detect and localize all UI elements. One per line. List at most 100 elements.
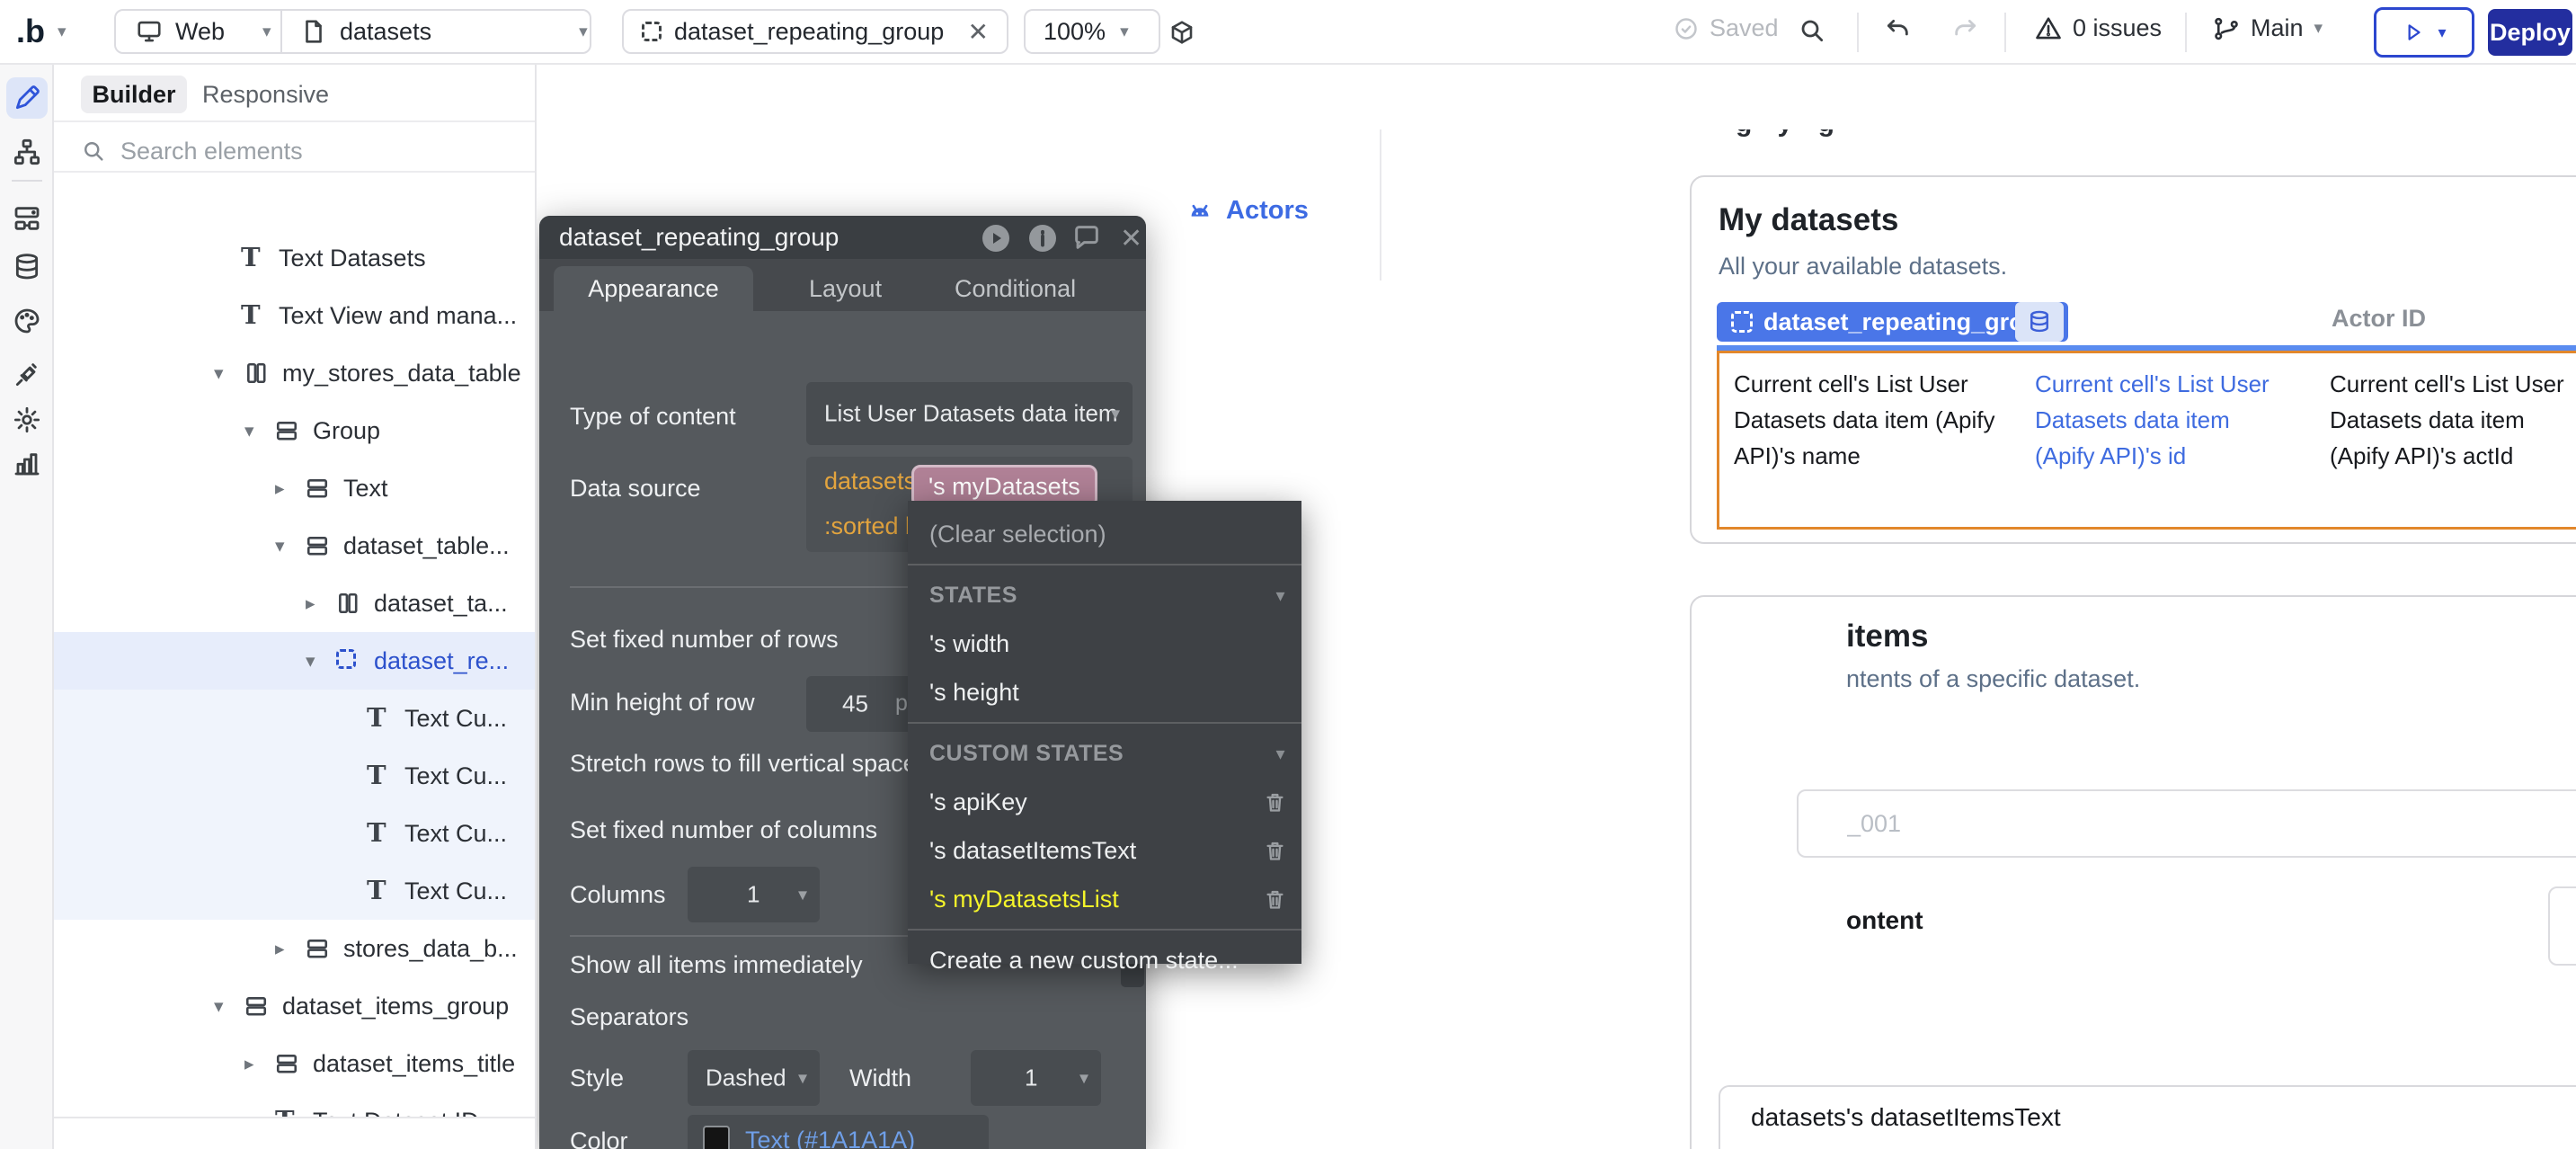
tree-item-text[interactable]: ▸Text <box>54 459 537 517</box>
group-element-icon <box>275 1052 298 1075</box>
search-icon[interactable] <box>1798 16 1826 45</box>
undo-icon[interactable] <box>1884 16 1913 45</box>
trash-icon[interactable] <box>1263 790 1287 815</box>
text-element-icon: T <box>241 242 261 272</box>
tree-item-text-cu-[interactable]: TText Cu... <box>54 690 537 747</box>
tree-item-group[interactable]: ▾Group <box>54 402 537 459</box>
section-header-custom-states[interactable]: CUSTOM STATES▾ <box>929 729 1280 778</box>
info-circle-icon[interactable] <box>1026 222 1059 254</box>
issues-indicator[interactable]: 0 issues <box>2035 14 2162 42</box>
separator-width-select[interactable]: 1 ▾ <box>971 1050 1101 1106</box>
rail-components-icon[interactable] <box>6 198 48 239</box>
property-editor-titlebar[interactable]: dataset_repeating_group ✕ <box>539 216 1146 259</box>
branch-dropdown[interactable]: Main ▾ <box>2213 14 2323 42</box>
state-option--s-height[interactable]: 's height <box>929 668 1280 717</box>
data-source-badge[interactable] <box>2015 302 2064 342</box>
create-custom-state-option[interactable]: Create a new custom state... <box>929 936 1280 984</box>
rail-database-icon[interactable] <box>6 246 48 288</box>
tab-builder[interactable]: Builder <box>81 76 187 113</box>
style-label: Style <box>570 1064 624 1092</box>
expand-arrow-icon[interactable]: ▾ <box>275 535 285 557</box>
collapse-arrow-icon[interactable]: ▸ <box>275 477 285 500</box>
columns-select[interactable]: 1 ▾ <box>688 867 820 922</box>
type-of-content-select[interactable]: List User Datasets data item ▾ <box>806 382 1133 445</box>
tree-item-text-datasets[interactable]: TText Datasets <box>54 229 537 287</box>
bubble-editor: Actors g y g My datasets All your availa… <box>0 0 2576 1149</box>
tree-item-text-cu-[interactable]: TText Cu... <box>54 862 537 920</box>
dataset-id-input[interactable] <box>1799 810 2554 838</box>
elements-search <box>81 133 512 169</box>
expand-arrow-icon[interactable]: ▾ <box>244 420 254 442</box>
tab-layout[interactable]: Layout <box>809 266 882 311</box>
state-option--s-apikey[interactable]: 's apiKey <box>929 778 1280 826</box>
rail-styles-palette-icon[interactable] <box>6 300 48 342</box>
tree-item-dataset-ta-[interactable]: ▸dataset_ta... <box>54 574 537 632</box>
divider <box>908 929 1301 931</box>
tree-item-dataset-table-[interactable]: ▾dataset_table... <box>54 517 537 574</box>
collapse-arrow-icon[interactable]: ▸ <box>306 592 315 615</box>
deploy-button[interactable]: Deploy <box>2488 9 2572 56</box>
tree-item-text-view-and-mana-[interactable]: TText View and mana... <box>54 287 537 344</box>
chevron-down-icon: ▾ <box>262 22 271 42</box>
tree-item-dataset-items-group[interactable]: ▾dataset_items_group <box>54 977 537 1035</box>
comment-icon[interactable] <box>1071 222 1102 253</box>
card-title-fragment: items <box>1846 619 1928 655</box>
warning-triangle-icon <box>2035 15 2062 42</box>
zoom-dropdown[interactable]: 100% ▾ <box>1024 9 1160 54</box>
rail-design-pencil-icon[interactable] <box>6 77 48 119</box>
top-toolbar: .b ▾ Web ▾ datasets ▾ dataset_repeating_… <box>0 0 2576 65</box>
tab-appearance[interactable]: Appearance <box>554 266 753 311</box>
tree-item-dataset-re-[interactable]: ▾ dataset_re... <box>54 632 537 690</box>
tree-item-label: Text Cu... <box>404 820 507 848</box>
expression-prefix[interactable]: datasets <box>824 468 916 495</box>
rail-settings-gear-icon[interactable] <box>6 399 48 441</box>
trash-icon[interactable] <box>1263 887 1287 912</box>
download-csv-button[interactable]: Download as CSV <box>2548 886 2576 966</box>
repeating-group-icon <box>1731 311 1753 333</box>
canvas-nav-item-actors[interactable]: Actors <box>1186 196 1309 226</box>
rail-workflow-sitemap-icon[interactable] <box>6 131 48 173</box>
elements-search-input[interactable] <box>120 138 462 165</box>
tree-item-stores-data-b-[interactable]: ▸stores_data_b... <box>54 920 537 977</box>
workflow-sitemap-icon <box>13 138 41 166</box>
collapse-arrow-icon[interactable]: ▸ <box>275 938 285 960</box>
expression-suffix[interactable]: :sorted b <box>824 512 919 540</box>
clear-selection-option[interactable]: (Clear selection) <box>929 510 1280 558</box>
assets-search-input[interactable] <box>120 1146 462 1149</box>
expand-arrow-icon[interactable]: ▾ <box>214 995 224 1018</box>
chevron-down-icon: ▾ <box>579 22 588 42</box>
state-option--s-mydatasetslist[interactable]: 's myDatasetsList <box>929 875 1280 923</box>
close-icon[interactable]: ✕ <box>1120 223 1142 254</box>
element-tab[interactable]: dataset_repeating_group ✕ <box>622 9 1008 54</box>
separator-style-select[interactable]: Dashed ▾ <box>688 1050 820 1106</box>
state-option--s-width[interactable]: 's width <box>929 619 1280 668</box>
component-cube-icon[interactable] <box>1168 19 1195 46</box>
tree-item-text-cu-[interactable]: TText Cu... <box>54 747 537 805</box>
state-option--s-datasetitemstext[interactable]: 's datasetItemsText <box>929 826 1280 875</box>
tree-item-text-dataset-id[interactable]: TText Dataset ID <box>54 1092 537 1117</box>
tree-item-my-stores-data-table[interactable]: ▾my_stores_data_table <box>54 344 537 402</box>
play-circle-icon[interactable] <box>980 222 1012 254</box>
dataset-id-field <box>1797 789 2576 858</box>
tree-item-dataset-items-title[interactable]: ▸dataset_items_title <box>54 1035 537 1092</box>
rail-plugins-plug-icon[interactable] <box>6 354 48 396</box>
tree-item-text-cu-[interactable]: TText Cu... <box>54 805 537 862</box>
collapse-arrow-icon[interactable]: ▸ <box>244 1053 254 1075</box>
platform-dropdown[interactable]: Web ▾ <box>136 11 271 52</box>
page-dropdown[interactable]: datasets ▾ <box>300 11 588 52</box>
tab-conditional[interactable]: Conditional <box>955 266 1076 311</box>
preview-run-button[interactable]: ▾ <box>2374 7 2474 58</box>
logo-menu[interactable]: .b ▾ <box>16 9 67 54</box>
close-icon[interactable]: ✕ <box>968 17 989 47</box>
tab-responsive[interactable]: Responsive <box>202 76 329 113</box>
section-header-states[interactable]: STATES▾ <box>929 571 1280 619</box>
text-element-icon: T <box>367 760 386 790</box>
expand-arrow-icon[interactable]: ▾ <box>306 650 315 672</box>
tree-item-label: dataset_re... <box>374 647 509 675</box>
separator-color-picker[interactable]: Text (#1A1A1A) <box>688 1115 989 1149</box>
redo-icon[interactable] <box>1950 16 1979 45</box>
rail-logs-chart-icon[interactable] <box>6 442 48 484</box>
trash-icon[interactable] <box>1263 839 1287 863</box>
divider <box>1857 13 1859 52</box>
expand-arrow-icon[interactable]: ▾ <box>214 362 224 385</box>
